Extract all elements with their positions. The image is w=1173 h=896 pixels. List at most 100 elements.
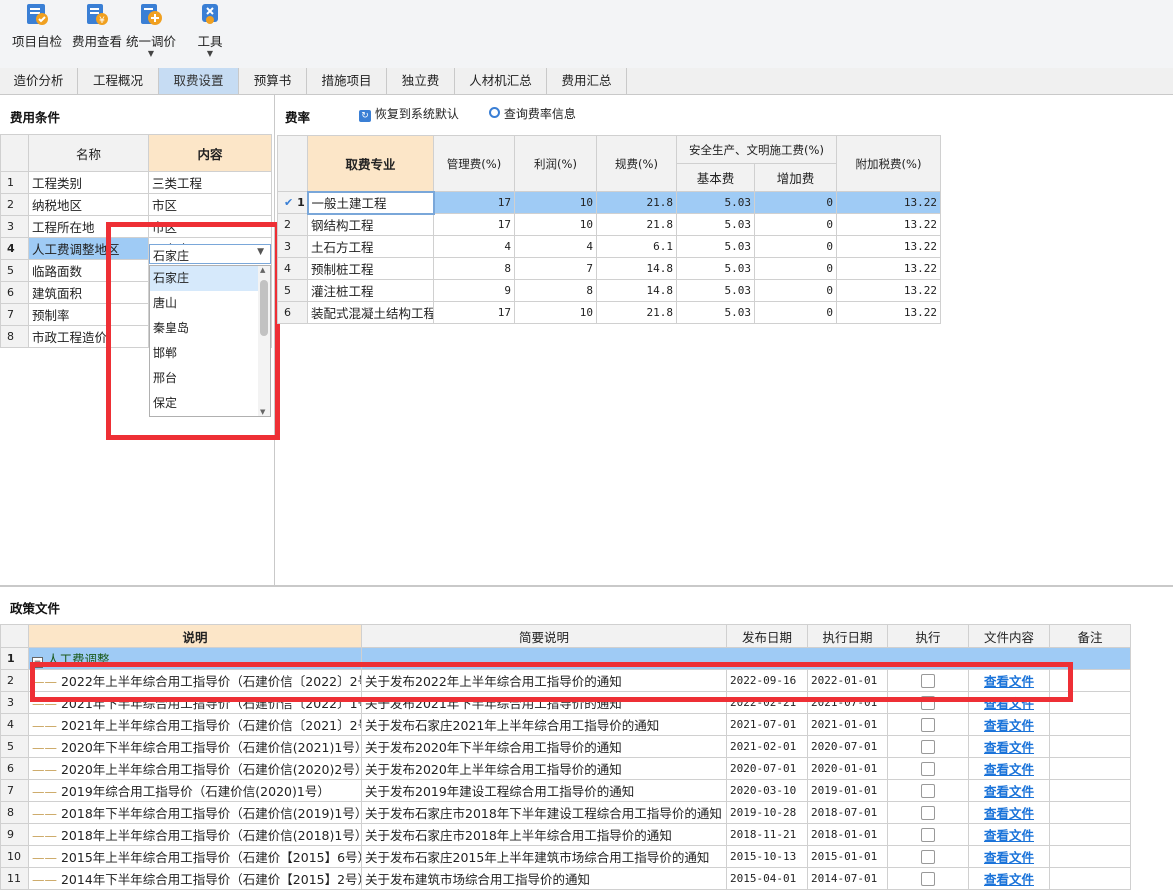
table-row[interactable]: 2 —— 2022年上半年综合用工指导价（石建价信〔2022〕2号） 关于发布202… — [0, 669, 1131, 692]
dropdown-option[interactable]: 保定 — [150, 391, 259, 416]
specialty-cell[interactable]: 一般土建工程 — [306, 190, 435, 215]
table-row[interactable]: 6 —— 2020年上半年综合用工指导价（石建价信(2020)2号） 关于发布202… — [0, 757, 1131, 780]
profit-cell[interactable]: 10 — [514, 191, 597, 214]
regulation-cell[interactable]: 21.8 — [596, 191, 677, 214]
view-file-link[interactable]: 查看文件 — [968, 669, 1050, 692]
specialty-cell[interactable]: 灌注桩工程 — [307, 279, 434, 302]
remark-cell[interactable] — [1049, 779, 1131, 802]
table-row[interactable]: 1 工程类别 三类工程 — [0, 171, 272, 194]
remark-cell[interactable] — [1049, 867, 1131, 890]
labor-region-select[interactable]: 石家庄 ▼ — [149, 244, 271, 264]
tools-button[interactable]: 工具 ▼ — [188, 2, 232, 62]
profit-cell[interactable]: 10 — [514, 301, 597, 324]
basic-cell[interactable]: 5.03 — [676, 191, 755, 214]
unified-price-button[interactable]: 统一调价 ▼ — [124, 2, 178, 62]
condition-content-cell[interactable]: 市区 — [148, 215, 272, 238]
remark-cell[interactable] — [1049, 823, 1131, 846]
regulation-cell[interactable]: 6.1 — [596, 235, 677, 258]
additional-cell[interactable]: 0 — [754, 213, 837, 236]
remark-cell[interactable] — [1049, 845, 1131, 868]
dropdown-option[interactable]: 秦皇岛 — [150, 316, 259, 341]
surtax-cell[interactable]: 13.22 — [836, 191, 941, 214]
table-row[interactable]: 3 —— 2021年下半年综合用工指导价（石建价信〔2022〕1号） 关于发布202… — [0, 691, 1131, 714]
dropdown-option[interactable]: 邯郸 — [150, 341, 259, 366]
tab-fee-summary[interactable]: 费用汇总 — [547, 68, 627, 94]
remark-cell[interactable] — [1049, 691, 1131, 714]
table-row[interactable]: 3 土石方工程 4 4 6.1 5.03 0 13.22 — [277, 235, 941, 258]
view-file-link[interactable]: 查看文件 — [968, 801, 1050, 824]
fee-view-button[interactable]: ¥ 费用查看 — [70, 2, 124, 62]
additional-cell[interactable]: 0 — [754, 257, 837, 280]
view-file-link[interactable]: 查看文件 — [968, 779, 1050, 802]
specialty-cell[interactable]: 预制桩工程 — [307, 257, 434, 280]
table-row[interactable]: 9 —— 2018年上半年综合用工指导价（石建价信(2018)1号） 关于发布石家庄… — [0, 823, 1131, 846]
table-row[interactable]: 4 预制桩工程 8 7 14.8 5.03 0 13.22 — [277, 257, 941, 280]
dropdown-option[interactable]: 邢台 — [150, 366, 259, 391]
view-file-link[interactable]: 查看文件 — [968, 713, 1050, 736]
profit-cell[interactable]: 10 — [514, 213, 597, 236]
restore-default-button[interactable]: ↻ 恢复到系统默认 — [359, 105, 459, 122]
execute-checkbox[interactable] — [921, 696, 935, 711]
collapse-icon[interactable]: − — [32, 657, 43, 668]
table-row[interactable]: 8 —— 2018年下半年综合用工指导价（石建价信(2019)1号） 关于发布石家庄… — [0, 801, 1131, 824]
profit-cell[interactable]: 8 — [514, 279, 597, 302]
basic-cell[interactable]: 5.03 — [676, 235, 755, 258]
view-file-link[interactable]: 查看文件 — [968, 823, 1050, 846]
view-file-link[interactable]: 查看文件 — [968, 735, 1050, 758]
table-row[interactable]: 7 —— 2019年综合用工指导价（石建价信(2020)1号） 关于发布2019年建… — [0, 779, 1131, 802]
view-file-link[interactable]: 查看文件 — [968, 757, 1050, 780]
execute-checkbox[interactable] — [921, 674, 935, 689]
tab-cost-analysis[interactable]: 造价分析 — [0, 68, 78, 94]
additional-cell[interactable]: 0 — [754, 301, 837, 324]
scroll-up-icon[interactable]: ▲ — [260, 266, 265, 274]
view-file-link[interactable]: 查看文件 — [968, 867, 1050, 890]
basic-cell[interactable]: 5.03 — [676, 279, 755, 302]
surtax-cell[interactable]: 13.22 — [836, 257, 941, 280]
specialty-cell[interactable]: 土石方工程 — [307, 235, 434, 258]
regulation-cell[interactable]: 14.8 — [596, 257, 677, 280]
execute-checkbox[interactable] — [921, 740, 935, 755]
remark-cell[interactable] — [1049, 801, 1131, 824]
remark-cell[interactable] — [1049, 757, 1131, 780]
execute-checkbox[interactable] — [921, 718, 935, 733]
remark-cell[interactable] — [1049, 735, 1131, 758]
execute-checkbox[interactable] — [921, 762, 935, 777]
management-cell[interactable]: 8 — [433, 257, 515, 280]
tab-budget[interactable]: 预算书 — [239, 68, 307, 94]
basic-cell[interactable]: 5.03 — [676, 257, 755, 280]
additional-cell[interactable]: 0 — [754, 235, 837, 258]
tab-project-overview[interactable]: 工程概况 — [78, 68, 159, 94]
execute-checkbox[interactable] — [921, 828, 935, 843]
dropdown-option[interactable]: 唐山 — [150, 291, 259, 316]
remark-cell[interactable] — [1049, 713, 1131, 736]
management-cell[interactable]: 17 — [433, 301, 515, 324]
management-cell[interactable]: 17 — [433, 213, 515, 236]
management-cell[interactable]: 4 — [433, 235, 515, 258]
query-rate-button[interactable]: 查询费率信息 — [489, 105, 576, 122]
execute-checkbox[interactable] — [921, 850, 935, 865]
table-row[interactable]: 3 工程所在地 市区 — [0, 215, 272, 238]
dropdown-option[interactable]: 石家庄 — [150, 266, 259, 291]
surtax-cell[interactable]: 13.22 — [836, 235, 941, 258]
view-file-link[interactable]: 查看文件 — [968, 691, 1050, 714]
table-row-group[interactable]: 1 − 人工费调整 — [0, 647, 1131, 670]
scroll-down-icon[interactable]: ▼ — [260, 408, 265, 416]
surtax-cell[interactable]: 13.22 — [836, 213, 941, 236]
profit-cell[interactable]: 4 — [514, 235, 597, 258]
condition-content-cell[interactable]: 市区 — [148, 193, 272, 216]
profit-cell[interactable]: 7 — [514, 257, 597, 280]
scrollbar[interactable]: ▲ ▼ — [258, 266, 270, 416]
tab-measures[interactable]: 措施项目 — [307, 68, 387, 94]
basic-cell[interactable]: 5.03 — [676, 301, 755, 324]
chevron-down-icon[interactable]: ▼ — [257, 247, 264, 257]
execute-checkbox[interactable] — [921, 806, 935, 821]
tab-fee-settings[interactable]: 取费设置 — [159, 68, 239, 94]
basic-cell[interactable]: 5.03 — [676, 213, 755, 236]
additional-cell[interactable]: 0 — [754, 191, 837, 214]
execute-checkbox[interactable] — [921, 872, 935, 887]
management-cell[interactable]: 17 — [433, 191, 515, 214]
additional-cell[interactable]: 0 — [754, 279, 837, 302]
execute-checkbox[interactable] — [921, 784, 935, 799]
table-row[interactable]: 5 —— 2020年下半年综合用工指导价（石建价信(2021)1号） 关于发布202… — [0, 735, 1131, 758]
table-row[interactable]: ✔ 1 一般土建工程 17 10 21.8 5.03 0 13.22 — [277, 190, 941, 215]
